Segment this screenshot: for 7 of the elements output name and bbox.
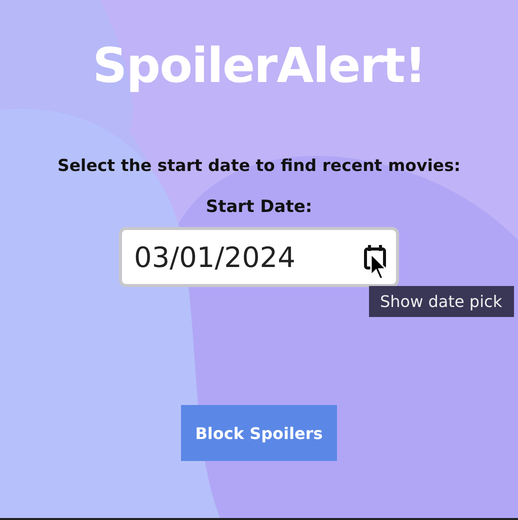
field-label: Start Date: <box>206 197 312 217</box>
instruction-text: Select the start date to find recent movies: <box>57 156 460 175</box>
date-field[interactable]: 03/01/2024 <box>119 227 399 287</box>
app-title: SpoilerAlert! <box>92 37 426 96</box>
calendar-icon[interactable] <box>364 244 386 270</box>
cursor-icon <box>370 253 388 281</box>
tooltip: Show date pick <box>369 286 514 317</box>
